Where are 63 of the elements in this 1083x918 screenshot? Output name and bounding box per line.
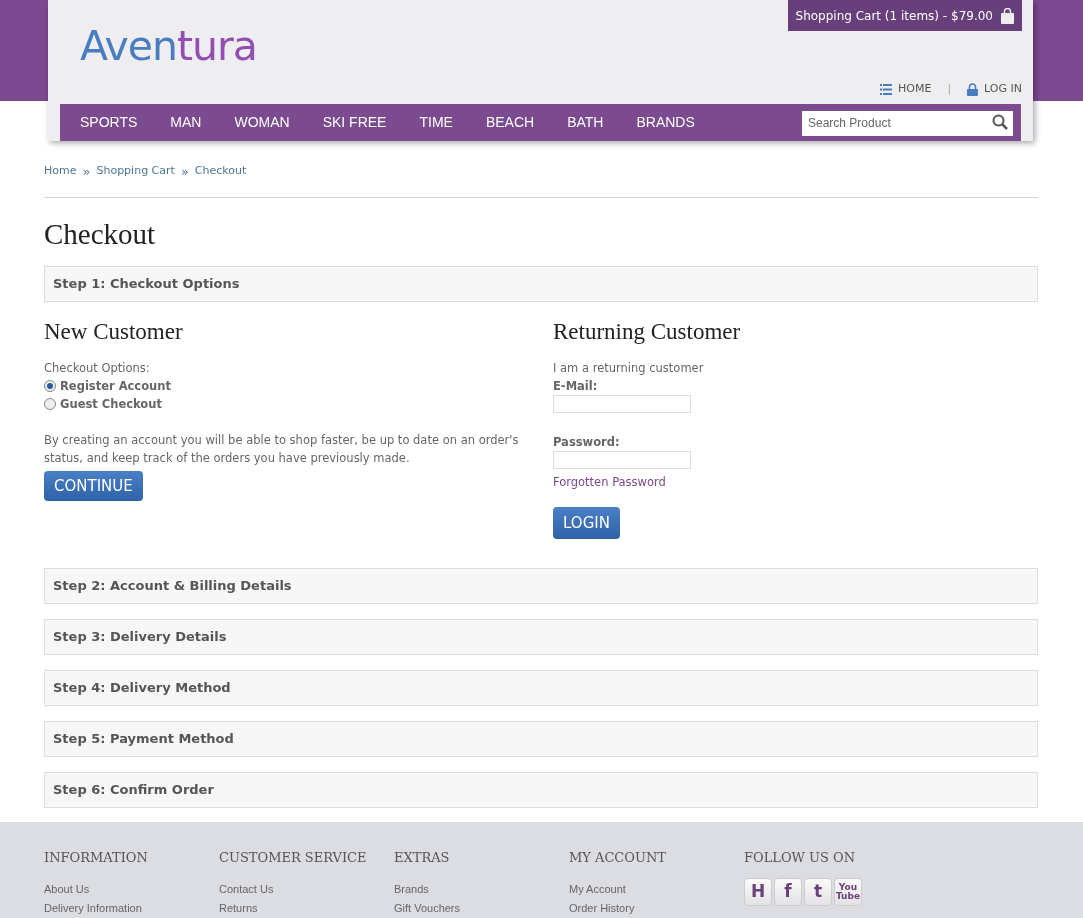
radio-button[interactable] [44, 379, 56, 392]
facebook-icon[interactable]: f [774, 877, 802, 906]
logo[interactable]: Aventura [48, 0, 257, 104]
breadcrumb-separator: » [180, 164, 189, 178]
footer-link[interactable]: Returns [219, 898, 394, 918]
footer-link[interactable]: About Us [44, 879, 219, 899]
footer-link[interactable]: My Account [569, 879, 744, 899]
continue-button[interactable]: CONTINUE [44, 470, 143, 501]
footer-heading: MY ACCOUNT [569, 849, 667, 867]
footer-heading: INFORMATION [44, 849, 149, 867]
breadcrumb-link[interactable]: Checkout [194, 163, 247, 180]
footer-link[interactable]: Gift Vouchers [394, 898, 569, 918]
section-heading: Returning Customer [553, 317, 741, 346]
section-heading: New Customer [44, 317, 184, 346]
radio-label[interactable]: Register Account [60, 376, 171, 395]
footer-link[interactable]: Contact Us [219, 879, 394, 899]
account-description: By creating an account you will be able to shop faster, be up to date on an order's status, and keep track of the orders you have previously made. [44, 431, 520, 467]
nav-item[interactable]: BATH [567, 112, 604, 133]
email-label: E-Mail: [553, 377, 598, 395]
footer-link[interactable]: Delivery Information [44, 898, 219, 918]
step-header[interactable]: Step 5: Payment Method [44, 720, 1038, 757]
login-link[interactable]: LOG IN [967, 81, 1022, 98]
options-label: Checkout Options: [44, 359, 151, 377]
lock-icon [967, 82, 979, 96]
login-button[interactable]: LOGIN [553, 506, 620, 539]
nav-item[interactable]: WOMAN [234, 112, 290, 133]
search-icon[interactable] [992, 114, 1008, 130]
nav-item[interactable]: TIME [419, 112, 453, 133]
intro-text: I am a returning customer [553, 359, 704, 377]
step-header[interactable]: Step 2: Account & Billing Details [44, 567, 1038, 604]
nav-item[interactable]: MAN [170, 112, 202, 133]
link-separator: | [947, 81, 952, 97]
breadcrumb-separator: » [82, 164, 91, 178]
email-field[interactable] [553, 394, 691, 413]
footer-link[interactable]: Brands [394, 879, 569, 899]
step-header[interactable]: Step 4: Delivery Method [44, 669, 1038, 706]
password-field[interactable] [553, 450, 691, 469]
radio-button[interactable] [44, 397, 56, 410]
password-label: Password: [553, 433, 620, 451]
breadcrumb-link[interactable]: Shopping Cart [96, 163, 175, 180]
twitter-icon[interactable]: t [804, 877, 832, 906]
step-header[interactable]: Step 3: Delivery Details [44, 618, 1038, 655]
h-letter-icon[interactable]: H [744, 877, 772, 906]
step-header[interactable]: Step 1: Checkout Options [44, 265, 1038, 302]
nav-item[interactable]: SPORTS [80, 112, 138, 133]
forgotten-password-link[interactable]: Forgotten Password [553, 472, 666, 491]
footer-link[interactable]: Order History [569, 898, 744, 918]
nav-item[interactable]: SKI FREE [322, 112, 387, 133]
youtube-icon[interactable]: You Tube [834, 877, 862, 906]
footer-heading: CUSTOMER SERVICE [219, 849, 368, 867]
radio-label[interactable]: Guest Checkout [60, 394, 162, 413]
shopping-cart-button[interactable]: Shopping Cart (1 items) - $79.00 [787, 0, 1022, 31]
nav-item[interactable]: BEACH [485, 112, 535, 133]
page-title: Checkout [44, 216, 157, 252]
breadcrumb-link[interactable]: Home [44, 163, 77, 180]
nav-item[interactable]: BRANDS [636, 112, 695, 133]
search-field[interactable]: Search Product [802, 110, 1013, 136]
footer-heading: EXTRAS [394, 849, 451, 867]
footer-heading: FOLLOW US ON [744, 849, 857, 867]
list-icon [880, 83, 892, 95]
home-link[interactable]: HOME [880, 81, 932, 98]
step-header[interactable]: Step 6: Confirm Order [44, 771, 1038, 808]
shopping-bag-icon [1001, 7, 1014, 24]
